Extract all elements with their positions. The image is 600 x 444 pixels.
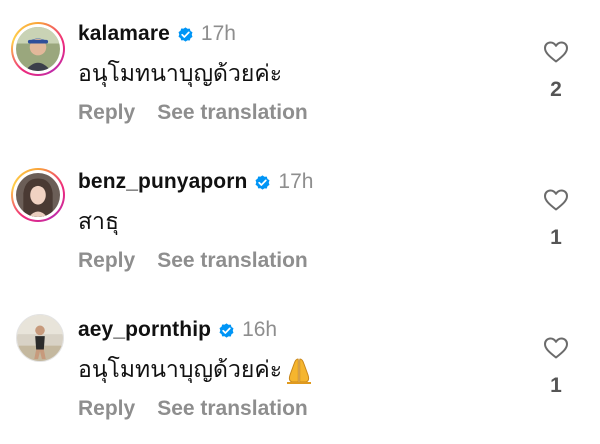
comment-text: อนุโมทนาบุญด้วยค่ะ: [78, 58, 282, 90]
avatar-photo: [16, 173, 60, 217]
heart-outline-icon[interactable]: [543, 336, 569, 360]
avatar-photo: [16, 27, 60, 71]
verified-badge-icon: [217, 321, 236, 340]
like-count: 1: [550, 226, 562, 249]
username-link[interactable]: aey_pornthip: [78, 318, 211, 342]
see-translation-button[interactable]: See translation: [157, 249, 308, 273]
comment-header: aey_pornthip 16h: [78, 315, 277, 345]
comment-text: สาธุ: [78, 206, 119, 238]
comment-text-body: อนุโมทนาบุญด้วยค่ะ: [78, 61, 283, 87]
avatar-photo: [17, 315, 63, 361]
like-count: 2: [550, 78, 562, 101]
avatar[interactable]: [11, 22, 65, 76]
comment-actions: Reply See translation: [78, 246, 308, 276]
reply-button[interactable]: Reply: [78, 101, 135, 125]
username-link[interactable]: kalamare: [78, 22, 170, 46]
comment-item: aey_pornthip 16h อนุโมทนาบุญด้วยค่ะ Repl…: [0, 296, 600, 444]
folded-hands-emoji: [284, 355, 314, 385]
comment-item: benz_punyaporn 17h สาธุ Reply See transl…: [0, 148, 600, 296]
verified-badge-icon: [253, 173, 272, 192]
see-translation-button[interactable]: See translation: [157, 397, 308, 421]
comment-text-body: อนุโมทนาบุญด้วยค่ะ: [78, 357, 283, 383]
like-column: 2: [538, 40, 574, 102]
timestamp: 17h: [200, 22, 236, 45]
comment-header: kalamare 17h: [78, 19, 236, 49]
comment-actions: Reply See translation: [78, 394, 308, 424]
avatar[interactable]: [16, 314, 64, 362]
reply-button[interactable]: Reply: [78, 249, 135, 273]
comment-header: benz_punyaporn 17h: [78, 167, 313, 197]
timestamp: 16h: [242, 318, 278, 341]
like-count: 1: [550, 374, 562, 397]
comment-item: kalamare 17h อนุโมทนาบุญด้วยค่ะ Reply Se…: [0, 0, 600, 148]
heart-outline-icon[interactable]: [543, 40, 569, 64]
like-column: 1: [538, 188, 574, 250]
comment-text: อนุโมทนาบุญด้วยค่ะ: [78, 354, 314, 386]
comment-text-body: สาธุ: [78, 209, 119, 235]
heart-outline-icon[interactable]: [543, 188, 569, 212]
timestamp: 17h: [278, 170, 314, 193]
comment-actions: Reply See translation: [78, 98, 308, 128]
username-link[interactable]: benz_punyaporn: [78, 170, 247, 194]
like-column: 1: [538, 336, 574, 398]
reply-button[interactable]: Reply: [78, 397, 135, 421]
avatar[interactable]: [11, 168, 65, 222]
verified-badge-icon: [176, 25, 195, 44]
see-translation-button[interactable]: See translation: [157, 101, 308, 125]
